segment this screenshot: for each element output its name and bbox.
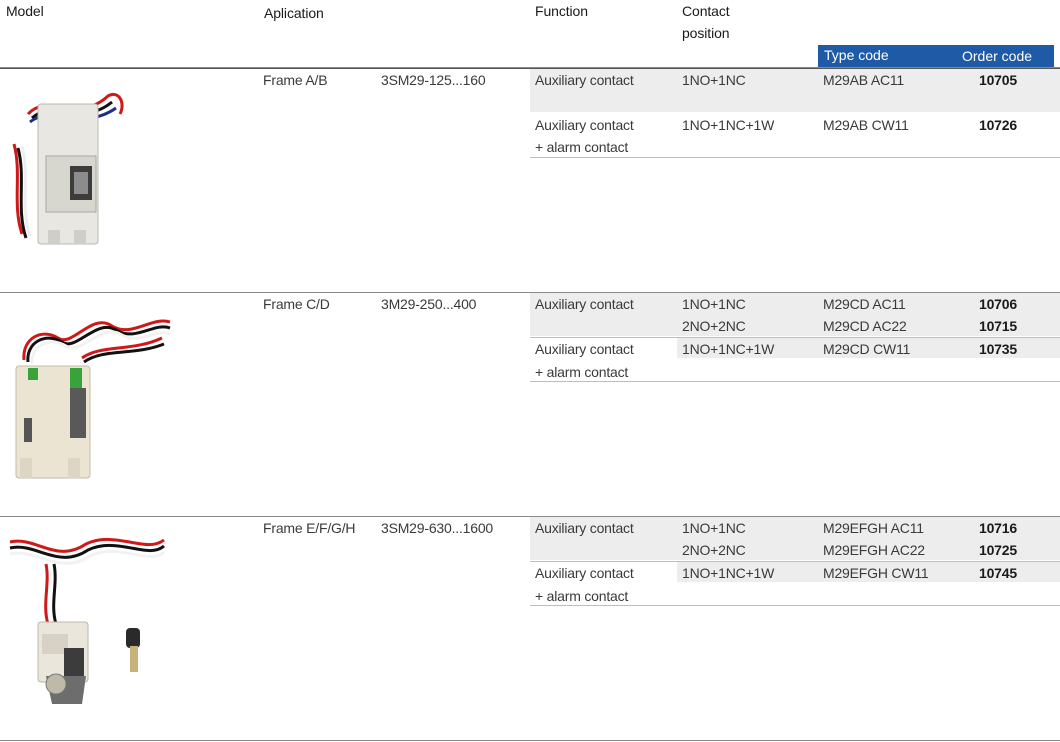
- contact-cell: 1NO+1NC: [682, 520, 746, 536]
- order-code-cell: 10706: [979, 296, 1017, 312]
- order-code-cell: 10725: [979, 542, 1017, 558]
- header-model: Model: [6, 3, 44, 19]
- contact-cell: 1NO+1NC+1W: [682, 117, 775, 133]
- product-photo-cd: [12, 308, 172, 486]
- contact-cell: 1NO+1NC+1W: [682, 565, 775, 581]
- table-bottom-rule: [0, 740, 1060, 741]
- header-contact-line1: Contact: [682, 3, 730, 19]
- order-code-cell: 10716: [979, 520, 1017, 536]
- row-divider: [530, 561, 1060, 562]
- header-code-band: Type code Order code: [818, 45, 1054, 67]
- type-code-cell: M29EFGH AC11: [823, 520, 924, 536]
- row-divider: [530, 605, 1060, 606]
- contact-cell: 2NO+2NC: [682, 318, 746, 334]
- contact-cell: 1NO+1NC: [682, 72, 746, 88]
- header-function: Function: [535, 3, 588, 19]
- row-divider: [530, 381, 1060, 382]
- header-type-code: Type code: [824, 47, 889, 63]
- order-code-cell: 10726: [979, 117, 1017, 133]
- function-cell: Auxiliary contact: [535, 341, 634, 357]
- function-cell-line2: + alarm contact: [535, 588, 629, 604]
- series-label: 3SM29-630...1600: [381, 520, 493, 536]
- frame-label: Frame E/F/G/H: [263, 520, 356, 536]
- order-code-cell: 10745: [979, 565, 1017, 581]
- header-contact-line2: position: [682, 25, 730, 41]
- contact-cell: 1NO+1NC+1W: [682, 341, 775, 357]
- frame-label: Frame A/B: [263, 72, 328, 88]
- function-cell: Auxiliary contact: [535, 117, 634, 133]
- row-divider: [530, 157, 1060, 158]
- function-cell: Auxiliary contact: [535, 565, 634, 581]
- contact-cell: 2NO+2NC: [682, 542, 746, 558]
- series-label: 3M29-250...400: [381, 296, 477, 312]
- function-cell: Auxiliary contact: [535, 72, 634, 88]
- type-code-cell: M29CD AC11: [823, 296, 906, 312]
- header-order-code: Order code: [962, 48, 1033, 64]
- function-cell: Auxiliary contact: [535, 296, 634, 312]
- frame-label: Frame C/D: [263, 296, 330, 312]
- type-code-cell: M29CD CW11: [823, 341, 911, 357]
- type-code-cell: M29AB CW11: [823, 117, 909, 133]
- product-photo-efgh: [6, 534, 166, 714]
- type-code-cell: M29AB AC11: [823, 72, 905, 88]
- order-code-cell: 10705: [979, 72, 1017, 88]
- header-application: Aplication: [264, 5, 324, 21]
- contact-cell: 1NO+1NC: [682, 296, 746, 312]
- function-cell-line2: + alarm contact: [535, 139, 629, 155]
- row-divider: [530, 337, 1060, 338]
- type-code-cell: M29CD AC22: [823, 318, 907, 334]
- series-label: 3SM29-125...160: [381, 72, 486, 88]
- type-code-cell: M29EFGH CW11: [823, 565, 929, 581]
- order-code-cell: 10735: [979, 341, 1017, 357]
- function-cell-line2: + alarm contact: [535, 364, 629, 380]
- order-code-cell: 10715: [979, 318, 1017, 334]
- function-cell: Auxiliary contact: [535, 520, 634, 536]
- type-code-cell: M29EFGH AC22: [823, 542, 925, 558]
- product-photo-ab: [8, 84, 136, 264]
